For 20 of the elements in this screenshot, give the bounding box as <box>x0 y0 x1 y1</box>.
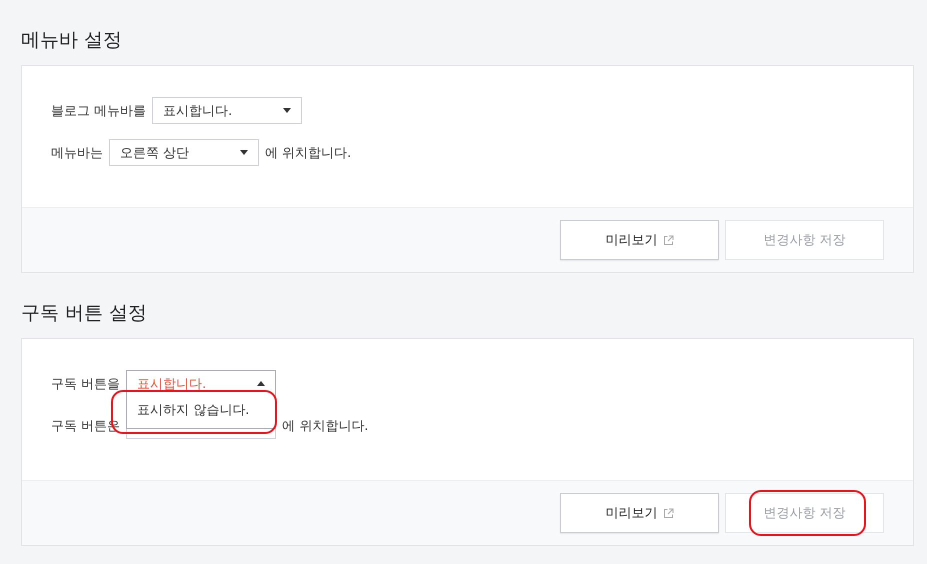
dropdown-value: 오른쪽 상단 <box>120 144 190 162</box>
external-link-icon <box>662 234 674 246</box>
section-title: 메뉴바 설정 <box>21 28 124 53</box>
dropdown-value: 표시합니다. <box>137 376 206 392</box>
dropdown[interactable]: 오른쪽 상단 <box>109 139 259 166</box>
preview-button[interactable]: 미리보기 <box>560 220 719 260</box>
field-label: 구독 버튼을 <box>51 376 120 392</box>
field-suffix: 에 위치합니다. <box>265 144 352 162</box>
caret-up-icon <box>257 381 266 386</box>
dropdown-value: 표시합니다. <box>163 102 232 120</box>
section-title: 구독 버튼 설정 <box>21 301 148 326</box>
field-label: 메뉴바는 <box>51 144 103 162</box>
external-link-icon <box>662 508 674 518</box>
field-label: 블로그 메뉴바를 <box>51 102 146 120</box>
dropdown-option[interactable]: 표시하지 않습니다. <box>127 402 276 420</box>
caret-down-icon <box>240 150 248 155</box>
field-suffix: 에 위치합니다. <box>282 418 368 434</box>
caret-down-icon <box>283 108 292 113</box>
preview-button[interactable]: 미리보기 <box>560 493 719 533</box>
dropdown[interactable]: 표시합니다. <box>152 97 302 124</box>
